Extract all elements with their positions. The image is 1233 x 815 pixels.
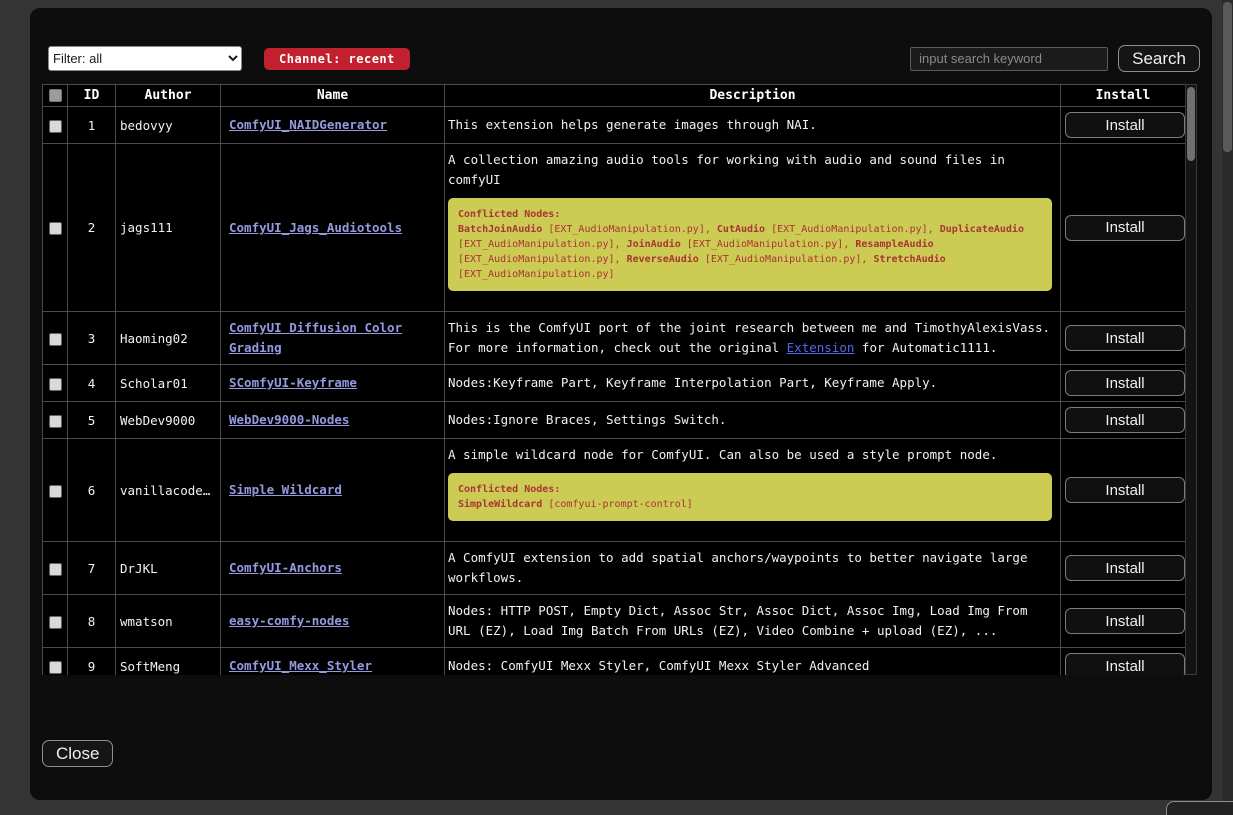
row-id: 2: [68, 144, 116, 312]
conflict-warning-box: Conflicted Nodes: BatchJoinAudio [EXT_Au…: [448, 198, 1052, 291]
col-header-author: Author: [116, 85, 221, 107]
node-name-link[interactable]: easy-comfy-nodes: [229, 613, 349, 628]
row-description: Nodes:Keyframe Part, Keyframe Interpolat…: [445, 365, 1061, 402]
row-author: DrJKL: [116, 542, 221, 595]
col-header-description: Description: [445, 85, 1061, 107]
table-row: 1 bedovyy ComfyUI_NAIDGenerator This ext…: [43, 107, 1186, 144]
page-scrollbar[interactable]: [1222, 0, 1233, 815]
nodes-table: ID Author Name Description Install 1 bed…: [42, 84, 1186, 675]
page-scrollbar-thumb[interactable]: [1223, 2, 1232, 152]
channel-badge: Channel: recent: [264, 48, 410, 70]
col-header-name: Name: [221, 85, 445, 107]
row-checkbox[interactable]: [49, 120, 62, 133]
row-id: 8: [68, 595, 116, 648]
row-author: bedovyy: [116, 107, 221, 144]
search-button[interactable]: Search: [1118, 45, 1200, 72]
row-description: This is the ComfyUI port of the joint re…: [445, 312, 1061, 365]
row-description: A ComfyUI extension to add spatial ancho…: [445, 542, 1061, 595]
table-row: 6 vanillacode314 Simple Wildcard A simpl…: [43, 439, 1186, 542]
node-name-link[interactable]: Simple Wildcard: [229, 482, 342, 497]
install-button[interactable]: Install: [1065, 370, 1185, 396]
table-row: 8 wmatson easy-comfy-nodes Nodes: HTTP P…: [43, 595, 1186, 648]
select-all-checkbox[interactable]: [49, 89, 62, 102]
install-button[interactable]: Install: [1065, 608, 1185, 634]
node-name-link[interactable]: ComfyUI_Mexx_Styler: [229, 658, 372, 673]
row-checkbox[interactable]: [49, 616, 62, 629]
table-header-row: ID Author Name Description Install: [43, 85, 1186, 107]
row-description: Nodes:Ignore Braces, Settings Switch.: [445, 402, 1061, 439]
install-button[interactable]: Install: [1065, 325, 1185, 351]
row-description: This extension helps generate images thr…: [445, 107, 1061, 144]
install-button[interactable]: Install: [1065, 215, 1185, 241]
node-name-link[interactable]: ComfyUI-Anchors: [229, 560, 342, 575]
row-author: Scholar01: [116, 365, 221, 402]
col-header-id: ID: [68, 85, 116, 107]
nodes-table-area: ID Author Name Description Install 1 bed…: [42, 84, 1197, 675]
table-row: 4 Scholar01 SComfyUI-Keyframe Nodes:Keyf…: [43, 365, 1186, 402]
install-button[interactable]: Install: [1065, 112, 1185, 138]
node-name-link[interactable]: ComfyUI_NAIDGenerator: [229, 117, 387, 132]
row-checkbox[interactable]: [49, 333, 62, 346]
custom-nodes-dialog: Filter: all Channel: recent Search ID Au…: [30, 8, 1212, 800]
table-scrollbar-thumb[interactable]: [1187, 87, 1195, 161]
install-button[interactable]: Install: [1065, 555, 1185, 581]
search-input[interactable]: [910, 47, 1108, 71]
row-author: Haoming02: [116, 312, 221, 365]
table-row: 5 WebDev9000 WebDev9000-Nodes Nodes:Igno…: [43, 402, 1186, 439]
row-description: A collection amazing audio tools for wor…: [445, 144, 1061, 312]
row-id: 3: [68, 312, 116, 365]
row-checkbox[interactable]: [49, 563, 62, 576]
conflict-list: BatchJoinAudio [EXT_AudioManipulation.py…: [458, 222, 1042, 282]
row-id: 1: [68, 107, 116, 144]
filter-select[interactable]: Filter: all: [48, 46, 242, 71]
conflict-warning-box: Conflicted Nodes: SimpleWildcard [comfyu…: [448, 473, 1052, 521]
row-checkbox[interactable]: [49, 415, 62, 428]
row-id: 6: [68, 439, 116, 542]
node-name-link[interactable]: SComfyUI-Keyframe: [229, 375, 357, 390]
description-text: for Automatic1111.: [854, 340, 997, 355]
row-description: Nodes: HTTP POST, Empty Dict, Assoc Str,…: [445, 595, 1061, 648]
row-checkbox[interactable]: [49, 378, 62, 391]
row-checkbox[interactable]: [49, 661, 62, 674]
install-button[interactable]: Install: [1065, 407, 1185, 433]
install-button[interactable]: Install: [1065, 653, 1185, 675]
toolbar: Filter: all Channel: recent Search: [42, 45, 1200, 72]
table-scrollbar[interactable]: [1185, 84, 1197, 675]
table-row: 9 SoftMeng ComfyUI_Mexx_Styler Nodes: Co…: [43, 648, 1186, 676]
row-author: vanillacode314: [116, 439, 221, 542]
row-author: WebDev9000: [116, 402, 221, 439]
conflict-title: Conflicted Nodes:: [458, 207, 1042, 222]
node-name-link[interactable]: WebDev9000-Nodes: [229, 412, 349, 427]
row-id: 9: [68, 648, 116, 676]
description-text: A simple wildcard node for ComfyUI. Can …: [448, 445, 1054, 465]
row-id: 4: [68, 365, 116, 402]
close-button[interactable]: Close: [42, 740, 113, 767]
row-id: 5: [68, 402, 116, 439]
row-description: A simple wildcard node for ComfyUI. Can …: [445, 439, 1061, 542]
table-row: 2 jags111 ComfyUI_Jags_Audiotools A coll…: [43, 144, 1186, 312]
node-name-link[interactable]: ComfyUI_Jags_Audiotools: [229, 220, 402, 235]
col-header-install: Install: [1061, 85, 1186, 107]
extension-link[interactable]: Extension: [787, 340, 855, 355]
background-partial-button[interactable]: [1166, 801, 1233, 815]
install-button[interactable]: Install: [1065, 477, 1185, 503]
table-row: 7 DrJKL ComfyUI-Anchors A ComfyUI extens…: [43, 542, 1186, 595]
row-author: SoftMeng: [116, 648, 221, 676]
table-row: 3 Haoming02 ComfyUI Diffusion Color Grad…: [43, 312, 1186, 365]
row-checkbox[interactable]: [49, 222, 62, 235]
node-name-link[interactable]: ComfyUI Diffusion Color Grading: [229, 320, 402, 355]
row-author: wmatson: [116, 595, 221, 648]
row-id: 7: [68, 542, 116, 595]
row-checkbox[interactable]: [49, 485, 62, 498]
conflict-list: SimpleWildcard [comfyui-prompt-control]: [458, 497, 1042, 512]
row-description: Nodes: ComfyUI Mexx Styler, ComfyUI Mexx…: [445, 648, 1061, 676]
row-author: jags111: [116, 144, 221, 312]
page-background: Filter: all Channel: recent Search ID Au…: [0, 0, 1233, 815]
conflict-title: Conflicted Nodes:: [458, 482, 1042, 497]
description-text: A collection amazing audio tools for wor…: [448, 150, 1054, 190]
